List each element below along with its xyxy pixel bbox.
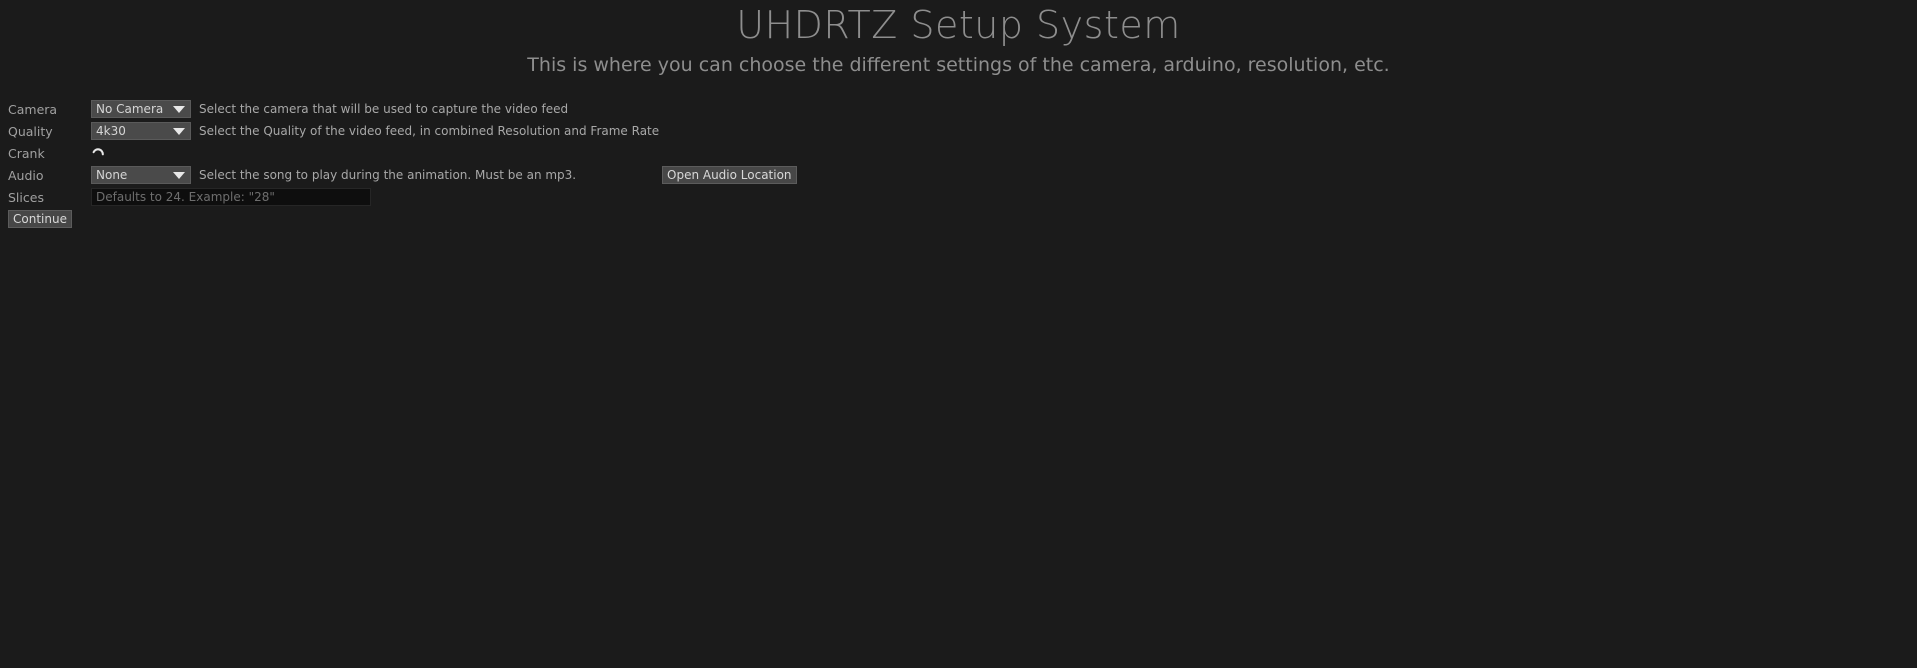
quality-hint: Select the Quality of the video feed, in… [199,124,660,138]
chevron-down-icon [173,171,185,179]
chevron-down-icon [173,105,185,113]
loading-spinner-icon [92,148,104,156]
camera-hint: Select the camera that will be used to c… [199,102,569,116]
camera-select-value: No Camera [96,102,164,116]
quality-row: Quality 4k30 Select the Quality of the v… [8,122,659,140]
open-audio-location-button[interactable]: Open Audio Location [662,166,797,184]
camera-select[interactable]: No Camera [91,100,191,118]
quality-select-value: 4k30 [96,124,126,138]
crank-label: Crank [8,145,45,161]
quality-label: Quality [8,123,53,139]
quality-select[interactable]: 4k30 [91,122,191,140]
continue-button[interactable]: Continue [8,210,72,228]
audio-select-value: None [96,168,128,182]
slices-input[interactable] [91,188,371,206]
slices-label: Slices [8,189,44,205]
crank-row: Crank [8,144,105,162]
audio-hint: Select the song to play during the anima… [199,168,577,182]
audio-label: Audio [8,167,44,183]
page-subtitle: This is where you can choose the differe… [527,54,1390,76]
chevron-down-icon [173,127,185,135]
page-title: UHDRTZ Setup System [736,3,1181,47]
camera-label: Camera [8,101,58,117]
audio-row: Audio None Select the song to play durin… [8,166,576,184]
audio-select[interactable]: None [91,166,191,184]
camera-row: Camera No Camera Select the camera that … [8,100,568,118]
setup-window: UHDRTZ Setup System This is where you ca… [0,0,1917,668]
slices-row: Slices [8,188,371,206]
